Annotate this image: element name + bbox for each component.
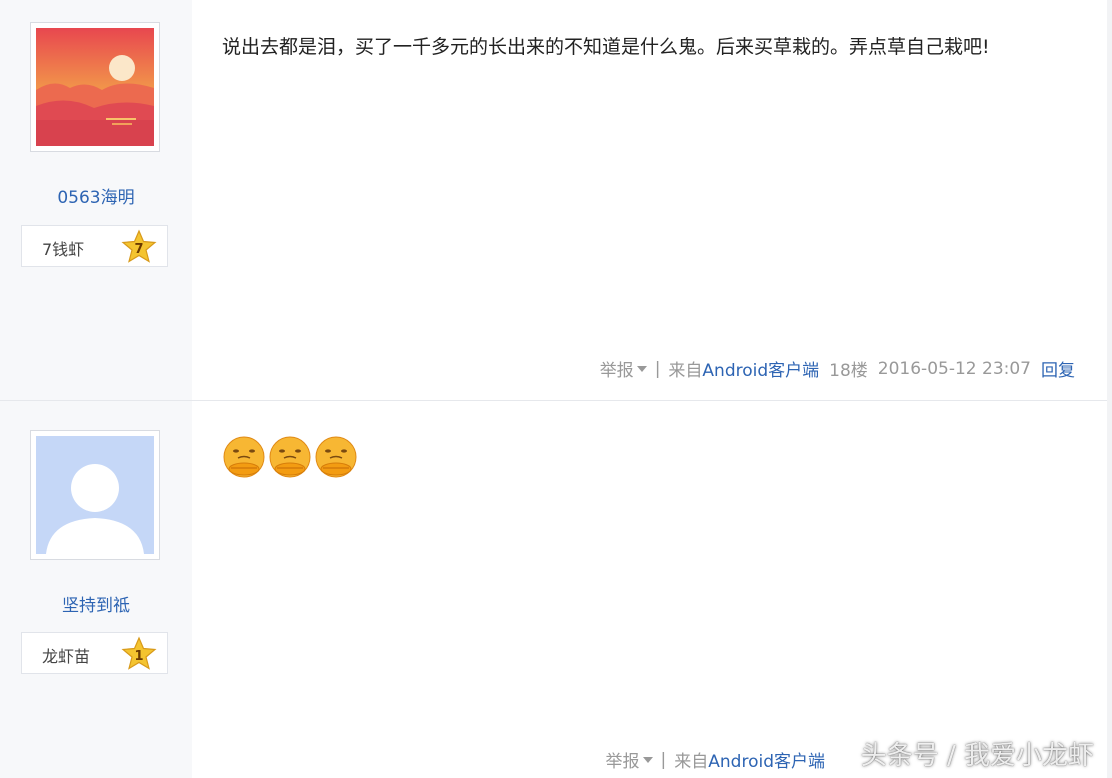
level-title: 7钱虾 [42,240,85,259]
client-link[interactable]: Android客户端 [708,747,825,772]
client-link[interactable]: Android客户端 [702,356,819,381]
post-footer: 举报 | 来自 Android客户端 18楼 2016-05-12 23:07 … [600,356,1075,382]
report-button[interactable]: 举报 [600,356,647,381]
level-number: 1 [134,649,143,664]
page-right-edge [1107,0,1112,778]
user-sidebar: 坚持到祗 龙虾苗 1 [0,401,192,778]
level-star-icon: 1 [121,636,157,670]
from-prefix: 来自 [668,361,703,381]
crossed-arms-face-icon [315,436,357,478]
username-link[interactable]: 0563海明 [0,183,192,208]
report-button[interactable]: 举报 [606,747,653,772]
user-level-badge[interactable]: 7钱虾 7 [21,225,168,267]
emoji-row [222,435,358,479]
reply-button[interactable]: 回复 [1041,356,1075,381]
avatar[interactable] [30,22,160,152]
from-prefix: 来自 [674,752,709,772]
crossed-arms-face-icon [269,436,311,478]
watermark: 头条号 / 我爱小龙虾 [860,741,1094,771]
footer-separator: | [660,749,667,770]
user-level-badge[interactable]: 龙虾苗 1 [21,632,168,674]
post-floor-18: 0563海明 7钱虾 7 说出去都是泪，买了一千多元的长出来的不知道是什么鬼。后… [0,0,1107,401]
level-number: 7 [134,242,143,257]
crossed-arms-face-icon [223,436,265,478]
username-link[interactable]: 坚持到祗 [0,591,192,616]
user-sidebar: 0563海明 7钱虾 7 [0,0,192,400]
footer-separator: | [654,358,661,379]
report-label: 举报 [605,752,640,772]
avatar[interactable] [30,430,160,560]
level-title: 龙虾苗 [42,647,91,666]
post-floor-19: 坚持到祗 龙虾苗 1 举报 | 来自 Android客户端 [0,401,1107,778]
chevron-down-icon [642,756,653,763]
sunset-avatar-image [36,28,154,146]
default-avatar-icon [36,436,154,554]
chevron-down-icon [636,365,647,372]
floor-number: 18楼 [829,361,868,381]
report-label: 举报 [599,361,634,381]
post-timestamp: 2016-05-12 23:07 [877,358,1031,379]
level-star-icon: 7 [121,229,157,263]
post-content: 说出去都是泪，买了一千多元的长出来的不知道是什么鬼。后来买草栽的。弄点草自己栽吧… [222,36,990,58]
